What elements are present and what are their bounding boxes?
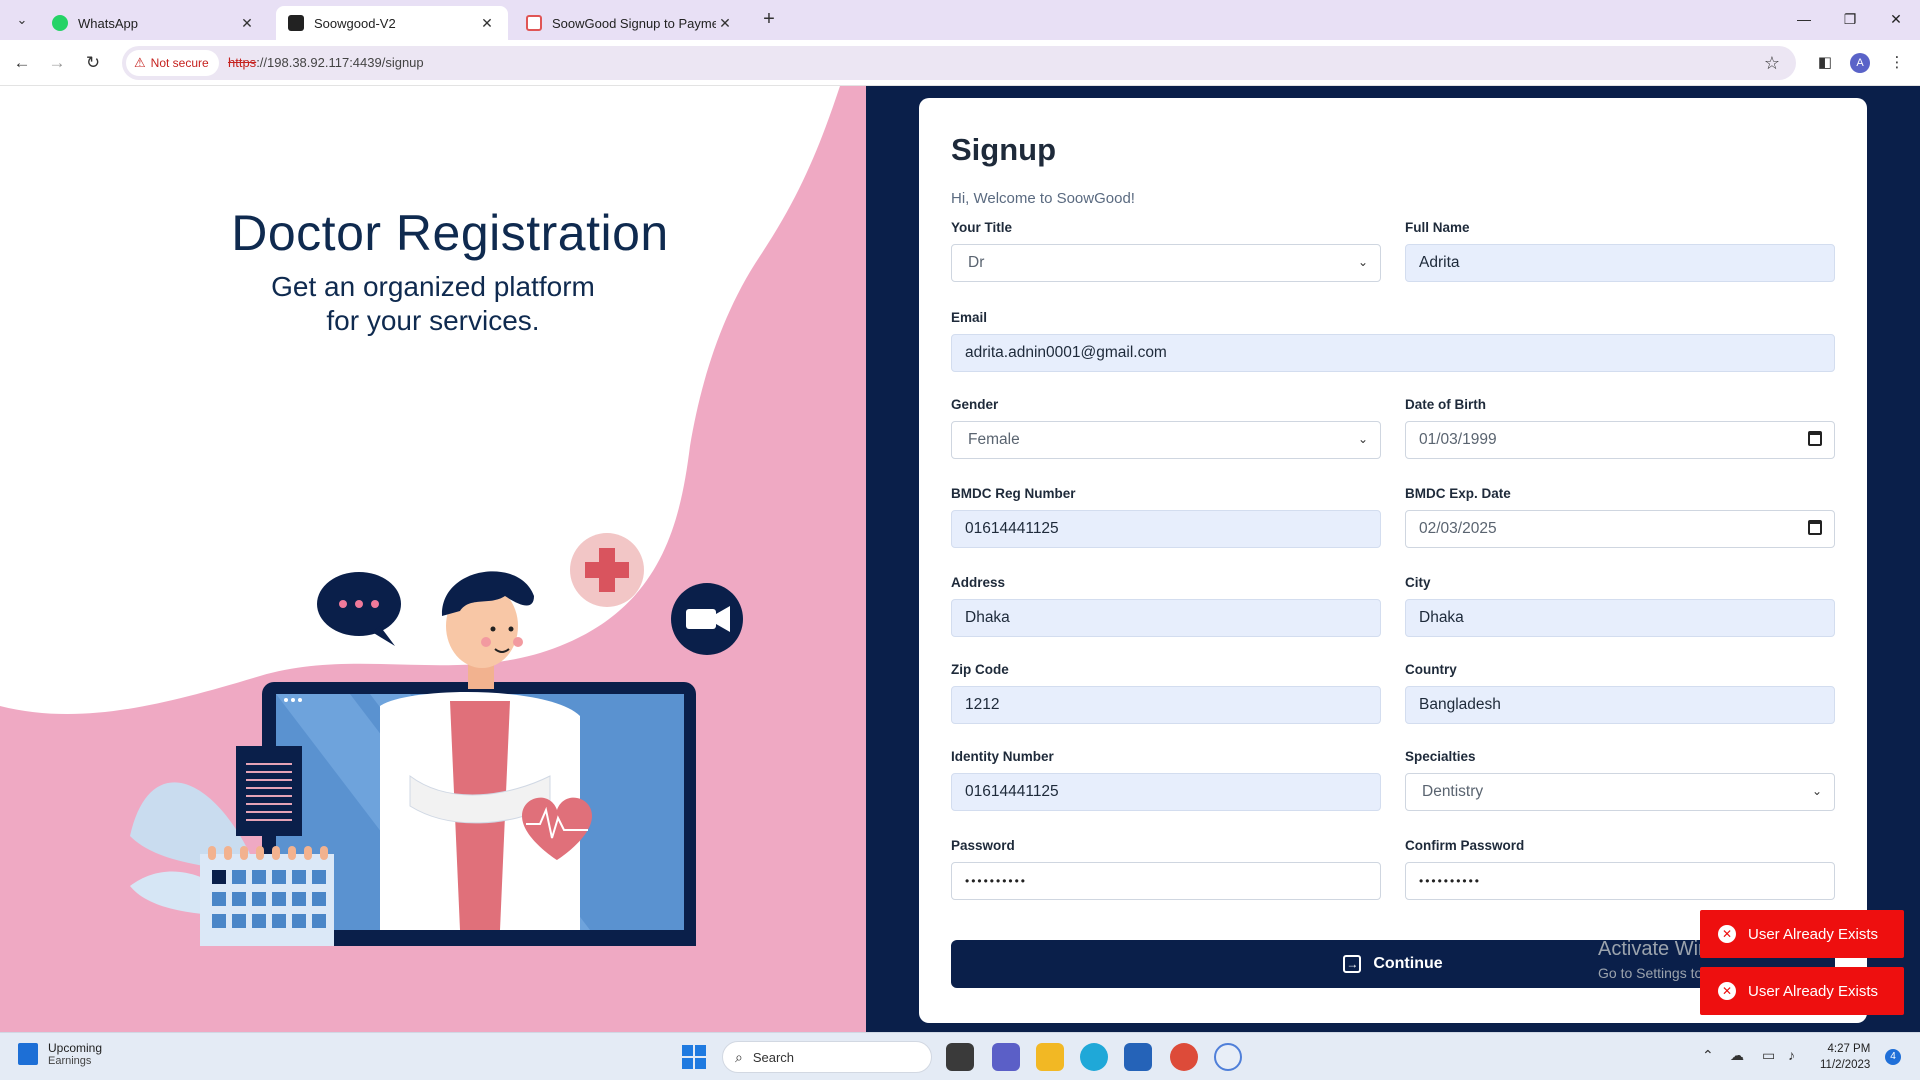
windows-taskbar: Upcoming Earnings ⌕ Search ⌃ ☁ ▭ ♪ 4:27 … bbox=[0, 1032, 1920, 1080]
close-circle-icon[interactable]: ✕ bbox=[1718, 925, 1736, 943]
close-tab-icon[interactable]: ✕ bbox=[478, 15, 496, 32]
title-select[interactable]: Dr ⌄ bbox=[951, 244, 1381, 282]
calendar-icon[interactable] bbox=[1808, 431, 1822, 446]
specialties-select[interactable]: Dentistry ⌄ bbox=[1405, 773, 1835, 811]
email-input[interactable]: adrita.adnin0001@gmail.com bbox=[951, 334, 1835, 372]
tab-soowgood-signup[interactable]: SoowGood Signup to Payment ✕ bbox=[514, 6, 746, 40]
notification-badge[interactable]: 4 bbox=[1885, 1049, 1901, 1065]
folder-icon[interactable] bbox=[1036, 1043, 1064, 1071]
doctor-illustration bbox=[130, 533, 743, 946]
profile-avatar[interactable]: A bbox=[1850, 53, 1870, 73]
teams-icon[interactable] bbox=[992, 1043, 1020, 1071]
chrome-profile-icon[interactable] bbox=[1214, 1043, 1242, 1071]
chevron-down-icon: ⌄ bbox=[1357, 432, 1368, 446]
email-field: Email adrita.adnin0001@gmail.com bbox=[951, 310, 1835, 372]
confirm-password-input[interactable]: •••••••••• bbox=[1405, 862, 1835, 900]
taskbar-clock[interactable]: 4:27 PM 11/2/2023 bbox=[1820, 1041, 1870, 1073]
hero-panel: Doctor Registration Get an organized pla… bbox=[0, 86, 866, 1032]
dob-input[interactable]: 01/03/1999 bbox=[1405, 421, 1835, 459]
side-panel-icon[interactable]: ◧ bbox=[1812, 50, 1838, 76]
windows-start-icon[interactable] bbox=[682, 1045, 706, 1069]
tray-chevron-icon[interactable]: ⌃ bbox=[1702, 1047, 1714, 1064]
address-field: Address Dhaka bbox=[951, 575, 1381, 637]
forward-icon[interactable]: → bbox=[44, 50, 70, 76]
specialties-field: Specialties Dentistry ⌄ bbox=[1405, 749, 1835, 811]
gender-field: Gender Female ⌄ bbox=[951, 397, 1381, 459]
minimize-icon[interactable]: — bbox=[1784, 6, 1824, 32]
restore-icon[interactable]: ❐ bbox=[1830, 6, 1870, 32]
network-icon[interactable]: ▭ bbox=[1762, 1047, 1775, 1064]
close-tab-icon[interactable]: ✕ bbox=[716, 15, 734, 32]
welcome-text: Hi, Welcome to SoowGood! bbox=[951, 190, 1135, 207]
file-explorer-dark-icon[interactable] bbox=[946, 1043, 974, 1071]
tab-whatsapp[interactable]: WhatsApp ✕ bbox=[40, 6, 268, 40]
password-field: Password •••••••••• bbox=[951, 838, 1381, 900]
hero-subtitle: Get an organized platform for your servi… bbox=[271, 271, 595, 336]
volume-icon[interactable]: ♪ bbox=[1788, 1047, 1795, 1063]
dob-field: Date of Birth 01/03/1999 bbox=[1405, 397, 1835, 459]
search-icon: ⌕ bbox=[735, 1048, 743, 1065]
identity-input[interactable]: 01614441125 bbox=[951, 773, 1381, 811]
omnibox[interactable]: ⚠ Not secure https://198.38.92.117:4439/… bbox=[122, 46, 1796, 80]
chrome-icon[interactable] bbox=[1170, 1043, 1198, 1071]
angular-icon bbox=[288, 15, 304, 31]
chevron-down-icon: ⌄ bbox=[1357, 255, 1368, 269]
browser-tab-bar: ⌄ WhatsApp ✕ Soowgood-V2 ✕ SoowGood Sign… bbox=[0, 0, 1920, 40]
country-field: Country Bangladesh bbox=[1405, 662, 1835, 724]
bmdc-exp-input[interactable]: 02/03/2025 bbox=[1405, 510, 1835, 548]
close-window-icon[interactable]: ✕ bbox=[1876, 6, 1916, 32]
warning-icon: ⚠ bbox=[134, 55, 146, 70]
full-name-input[interactable]: Adrita bbox=[1405, 244, 1835, 282]
close-circle-icon[interactable]: ✕ bbox=[1718, 982, 1736, 1000]
whatsapp-icon bbox=[52, 15, 68, 31]
address-input[interactable]: Dhaka bbox=[951, 599, 1381, 637]
signup-title: Signup bbox=[951, 132, 1057, 167]
city-field: City Dhaka bbox=[1405, 575, 1835, 637]
onedrive-icon[interactable]: ☁ bbox=[1730, 1047, 1744, 1064]
password-input[interactable]: •••••••••• bbox=[951, 862, 1381, 900]
back-icon[interactable]: ← bbox=[9, 50, 35, 76]
reload-icon[interactable]: ↻ bbox=[80, 50, 106, 76]
tab-soowgood-v2[interactable]: Soowgood-V2 ✕ bbox=[276, 6, 508, 40]
new-tab-icon[interactable]: + bbox=[758, 8, 780, 32]
weather-widget[interactable]: Upcoming Earnings bbox=[18, 1041, 102, 1067]
store-icon[interactable] bbox=[1124, 1043, 1152, 1071]
login-icon: → bbox=[1343, 955, 1362, 973]
gender-select[interactable]: Female ⌄ bbox=[951, 421, 1381, 459]
error-toast[interactable]: ✕ User Already Exists bbox=[1700, 910, 1904, 958]
url-text[interactable]: https://198.38.92.117:4439/signup bbox=[228, 46, 424, 80]
menu-kebab-icon[interactable]: ⋮ bbox=[1884, 50, 1910, 76]
bmdc-exp-field: BMDC Exp. Date 02/03/2025 bbox=[1405, 486, 1835, 548]
tab-search-chevron-icon[interactable]: ⌄ bbox=[10, 8, 34, 32]
calendar-icon[interactable] bbox=[1808, 520, 1822, 535]
zip-input[interactable]: 1212 bbox=[951, 686, 1381, 724]
full-name-field: Full Name Adrita bbox=[1405, 220, 1835, 282]
taskbar-search[interactable]: ⌕ Search bbox=[722, 1041, 932, 1073]
country-input[interactable]: Bangladesh bbox=[1405, 686, 1835, 724]
error-toast[interactable]: ✕ User Already Exists bbox=[1700, 967, 1904, 1015]
title-field: Your Title Dr ⌄ bbox=[951, 220, 1381, 282]
doc-icon bbox=[526, 15, 542, 31]
signup-card: Signup Hi, Welcome to SoowGood! Your Tit… bbox=[919, 98, 1867, 1023]
security-chip[interactable]: ⚠ Not secure bbox=[126, 50, 219, 76]
bmdc-reg-field: BMDC Reg Number 01614441125 bbox=[951, 486, 1381, 548]
confirm-password-field: Confirm Password •••••••••• bbox=[1405, 838, 1835, 900]
close-tab-icon[interactable]: ✕ bbox=[238, 15, 256, 32]
address-toolbar: ← → ↻ ⚠ Not secure https://198.38.92.117… bbox=[0, 40, 1920, 86]
city-input[interactable]: Dhaka bbox=[1405, 599, 1835, 637]
zip-field: Zip Code 1212 bbox=[951, 662, 1381, 724]
bookmark-star-icon[interactable]: ☆ bbox=[1764, 53, 1780, 74]
bmdc-reg-input[interactable]: 01614441125 bbox=[951, 510, 1381, 548]
stocks-icon bbox=[18, 1043, 38, 1065]
identity-field: Identity Number 01614441125 bbox=[951, 749, 1381, 811]
edge-icon[interactable] bbox=[1080, 1043, 1108, 1071]
chevron-down-icon: ⌄ bbox=[1811, 784, 1822, 798]
hero-title: Doctor Registration bbox=[231, 205, 669, 261]
